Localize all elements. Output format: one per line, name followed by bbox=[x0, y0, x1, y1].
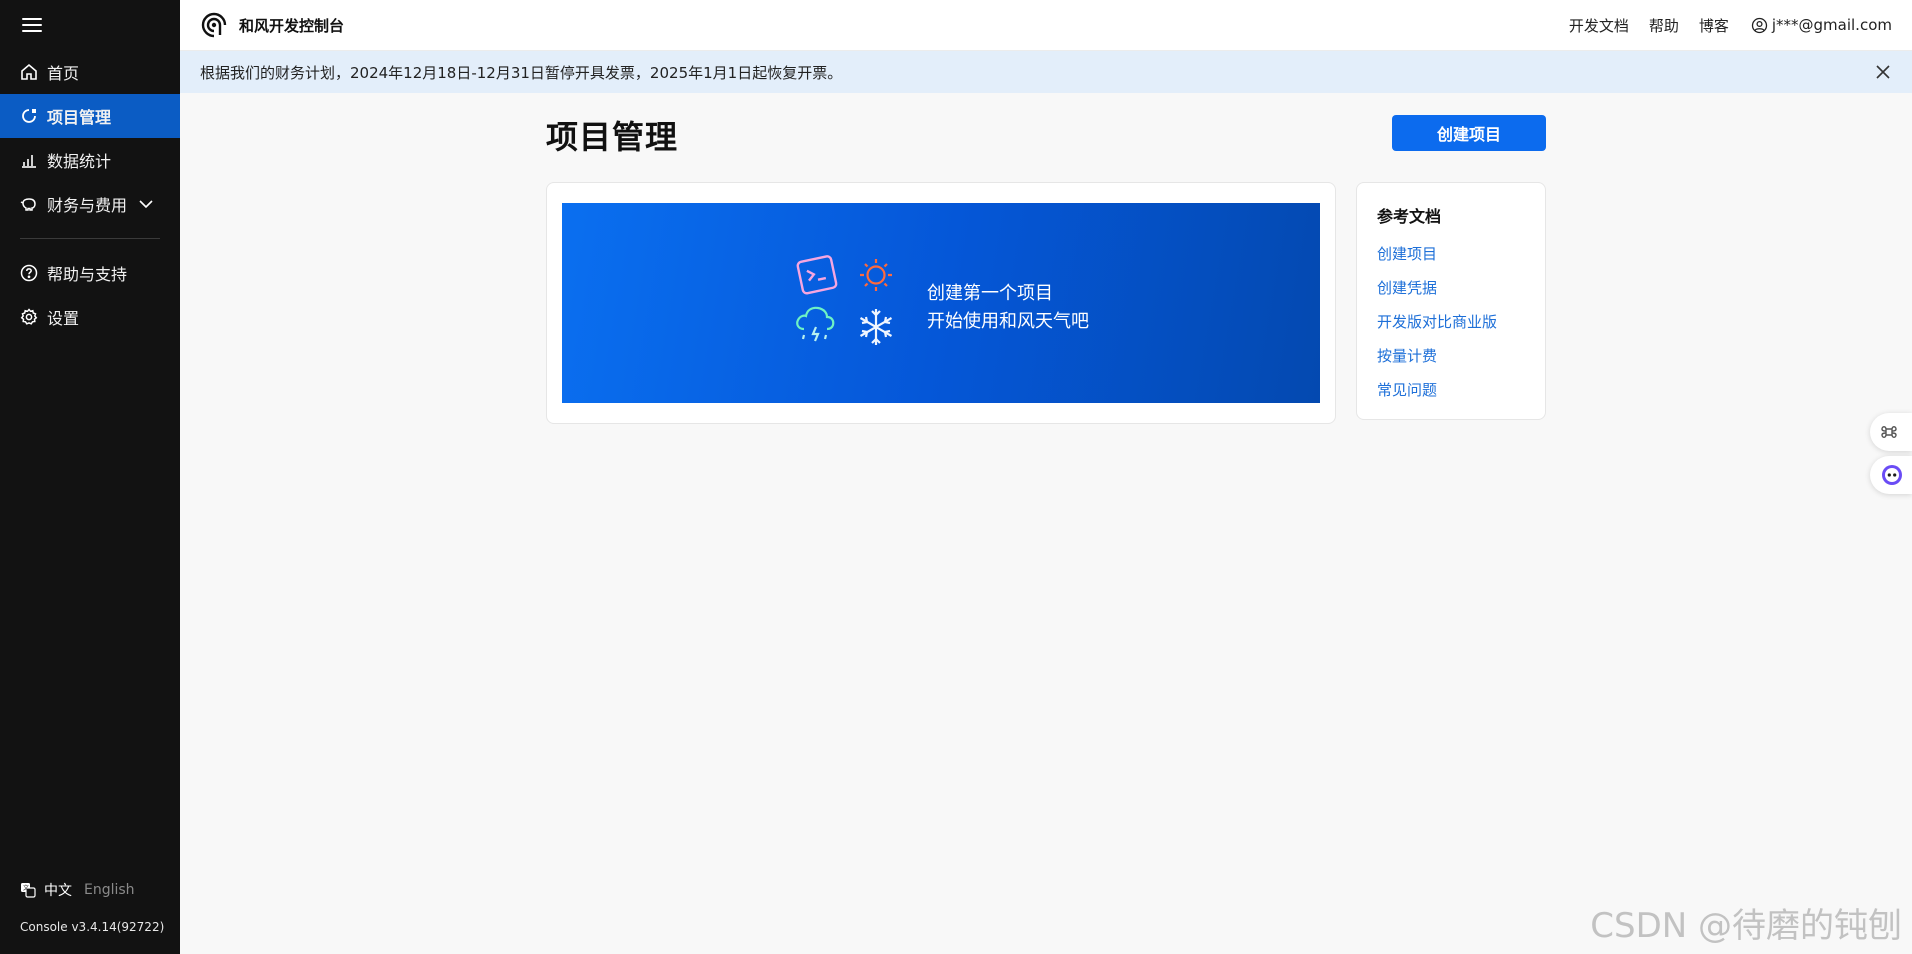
assistant-bot-icon bbox=[1882, 465, 1902, 485]
terminal-icon bbox=[796, 255, 838, 295]
sun-icon bbox=[860, 259, 892, 291]
reference-docs-list: 创建项目 创建凭据 开发版对比商业版 按量计费 常见问题 bbox=[1377, 243, 1497, 413]
user-email: j***@gmail.com bbox=[1771, 16, 1892, 34]
sidebar-divider bbox=[20, 238, 160, 239]
banner-line-2: 开始使用和风天气吧 bbox=[927, 311, 1089, 332]
bar-chart-icon bbox=[22, 155, 36, 168]
close-icon[interactable] bbox=[1874, 63, 1892, 81]
reference-docs-panel: 参考文档 创建项目 创建凭据 开发版对比商业版 按量计费 常见问题 bbox=[1356, 182, 1546, 420]
sidebar-item-statistics[interactable]: 数据统计 bbox=[0, 138, 180, 182]
sidebar-item-label: 帮助与支持 bbox=[47, 265, 128, 284]
top-header: 和风开发控制台 开发文档 帮助 博客 j***@gmail.com bbox=[180, 0, 1912, 51]
create-first-project-banner[interactable]: 创建第一个项目 开始使用和风天气吧 bbox=[562, 203, 1320, 403]
doc-link-faq[interactable]: 常见问题 bbox=[1377, 379, 1497, 413]
ai-assistant-button[interactable] bbox=[1870, 456, 1912, 494]
sidebar-item-settings[interactable]: 设置 bbox=[0, 295, 180, 339]
doc-link-create-credential[interactable]: 创建凭据 bbox=[1377, 277, 1497, 311]
notice-text: 根据我们的财务计划，2024年12月18日-12月31日暂停开具发票，2025年… bbox=[200, 63, 843, 82]
sidebar: 首页 项目管理 数据统计 财务与费用 帮助与支持 设置 文 中文 English… bbox=[0, 0, 180, 954]
doc-link-create-project[interactable]: 创建项目 bbox=[1377, 243, 1497, 277]
doc-link-pay-as-you-go[interactable]: 按量计费 bbox=[1377, 345, 1497, 379]
getting-started-card: 创建第一个项目 开始使用和风天气吧 bbox=[546, 182, 1336, 424]
menu-icon[interactable] bbox=[22, 17, 42, 33]
user-icon bbox=[1751, 17, 1768, 33]
translate-icon: 文 bbox=[21, 883, 36, 898]
console-version: Console v3.4.14(92722) bbox=[20, 920, 165, 934]
lang-zh-option[interactable]: 中文 bbox=[44, 880, 72, 900]
svg-text:文: 文 bbox=[23, 884, 29, 892]
piggy-bank-icon bbox=[20, 198, 36, 211]
home-icon bbox=[21, 63, 37, 80]
help-icon bbox=[20, 264, 38, 282]
watermark: CSDN @待磨的钝刨 bbox=[1590, 906, 1902, 946]
create-project-button[interactable]: 创建项目 bbox=[1392, 115, 1546, 151]
brand-name: 和风开发控制台 bbox=[239, 16, 345, 35]
banner-line-1: 创建第一个项目 bbox=[927, 283, 1053, 304]
notice-banner: 根据我们的财务计划，2024年12月18日-12月31日暂停开具发票，2025年… bbox=[180, 51, 1912, 93]
header-link-help[interactable]: 帮助 bbox=[1649, 15, 1679, 36]
brand[interactable]: 和风开发控制台 bbox=[200, 11, 344, 39]
sidebar-item-home[interactable]: 首页 bbox=[0, 50, 180, 94]
gear-icon bbox=[20, 308, 38, 325]
sidebar-item-label: 项目管理 bbox=[47, 108, 112, 127]
sidebar-item-label: 数据统计 bbox=[47, 152, 112, 171]
command-key-icon bbox=[1881, 426, 1897, 438]
banner-text: 创建第一个项目 开始使用和风天气吧 bbox=[927, 280, 1089, 336]
header-links: 开发文档 帮助 博客 j***@gmail.com bbox=[1549, 0, 1892, 50]
project-icon bbox=[22, 109, 36, 123]
lang-en-option[interactable]: English bbox=[84, 882, 135, 898]
language-switcher: 文 中文 English bbox=[20, 880, 135, 900]
reference-docs-title: 参考文档 bbox=[1377, 207, 1442, 226]
sidebar-item-help[interactable]: 帮助与支持 bbox=[0, 251, 180, 295]
user-menu[interactable]: j***@gmail.com bbox=[1751, 16, 1892, 34]
chevron-down-icon[interactable] bbox=[137, 196, 155, 212]
weather-illustration-icon bbox=[796, 255, 893, 345]
sidebar-item-label: 财务与费用 bbox=[47, 196, 128, 215]
thunder-cloud-icon bbox=[796, 306, 835, 342]
doc-link-dev-vs-commercial[interactable]: 开发版对比商业版 bbox=[1377, 311, 1497, 345]
sidebar-item-projects[interactable]: 项目管理 bbox=[0, 94, 180, 138]
header-link-docs[interactable]: 开发文档 bbox=[1569, 15, 1629, 36]
snowflake-icon bbox=[859, 309, 893, 345]
page-title: 项目管理 bbox=[546, 118, 679, 156]
sidebar-item-label: 设置 bbox=[47, 309, 80, 328]
header-link-blog[interactable]: 博客 bbox=[1699, 15, 1729, 36]
shortcut-tool-button[interactable] bbox=[1870, 413, 1912, 451]
sidebar-item-finance[interactable]: 财务与费用 bbox=[0, 182, 180, 226]
qweather-logo-icon bbox=[201, 12, 227, 38]
sidebar-top bbox=[0, 0, 180, 50]
sidebar-item-label: 首页 bbox=[47, 64, 80, 83]
